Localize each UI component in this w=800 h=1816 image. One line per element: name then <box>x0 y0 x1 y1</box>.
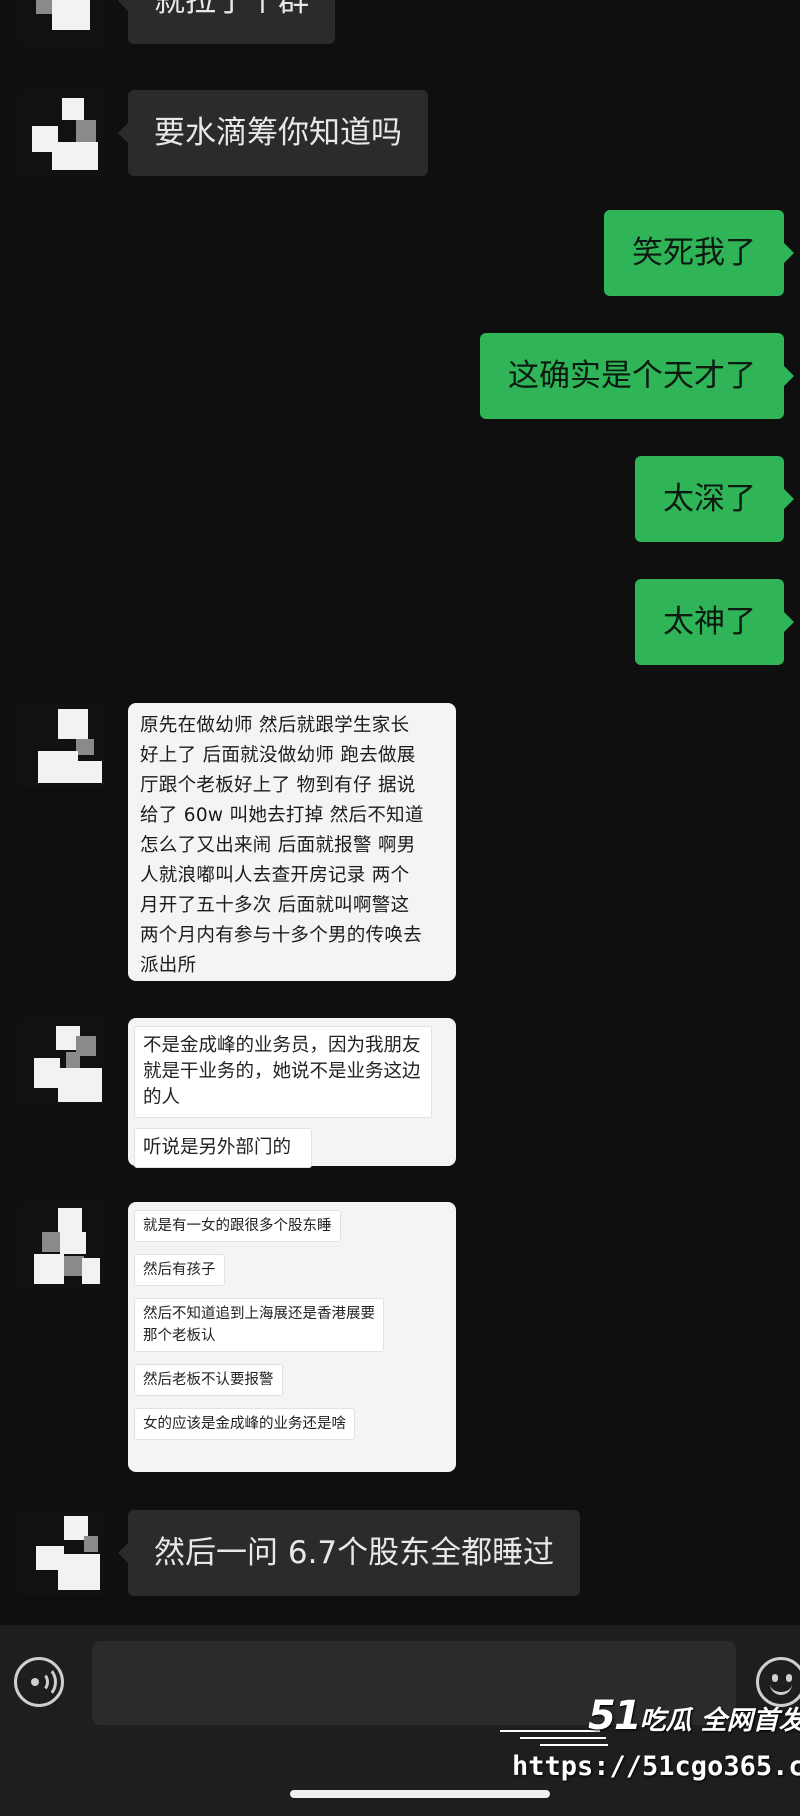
message-row: 就是有一女的跟很多个股东睡 然后有孩子 然后不知道追到上海展还是香港展要 那个老… <box>0 1202 800 1474</box>
message-bubble[interactable]: 太神了 <box>635 579 794 665</box>
message-row: 笑死我了 <box>0 210 800 300</box>
text-line: 怎么了又出来闹 后面就报警 啊男 <box>140 835 416 856</box>
text-line: 然后有孩子 <box>143 1262 216 1278</box>
message-bubble[interactable]: 就拉了个群 <box>118 0 335 44</box>
text-snippet: 然后不知道追到上海展还是香港展要 那个老板认 <box>134 1298 384 1352</box>
avatar[interactable] <box>18 1202 104 1288</box>
text-line: 那个老板认 <box>143 1328 216 1344</box>
message-bubble[interactable]: 笑死我了 <box>604 210 794 296</box>
text-line: 人就浪嘟叫人去查开房记录 两个 <box>140 865 410 886</box>
message-row: 这确实是个天才了 <box>0 333 800 423</box>
watermark-brand: 51吃瓜 全网首发 <box>588 1693 800 1739</box>
image-text-block: 原先在做幼师 然后就跟学生家长 好上了 后面就没做幼师 跑去做展 厅跟个老板好上… <box>128 703 456 991</box>
avatar[interactable] <box>18 703 104 789</box>
avatar[interactable] <box>18 0 104 46</box>
message-row: 就拉了个群 <box>0 0 800 50</box>
text-line: 两个月内有参与十多个男的传唤去 <box>140 925 423 946</box>
avatar[interactable] <box>18 90 104 176</box>
input-bar: 51吃瓜 全网首发 https://51cgo365.com <box>0 1625 800 1816</box>
watermark-url: https://51cgo365.com <box>512 1751 800 1782</box>
avatar[interactable] <box>18 1510 104 1596</box>
message-bubble[interactable]: 要水滴筹你知道吗 <box>118 90 428 176</box>
watermark-number: 51 <box>588 1693 642 1739</box>
message-row: 然后一问 6.7个股东全都睡过 <box>0 1510 800 1600</box>
avatar[interactable] <box>18 1018 104 1104</box>
image-message[interactable]: 原先在做幼师 然后就跟学生家长 好上了 后面就没做幼师 跑去做展 厅跟个老板好上… <box>128 703 456 981</box>
text-snippet: 听说是另外部门的 <box>134 1128 312 1168</box>
text-line: 就是有一女的跟很多个股东睡 <box>143 1218 332 1234</box>
message-row: 不是金成峰的业务员，因为我朋友 就是干业务的，她说不是业务这边 的人 听说是另外… <box>0 1018 800 1168</box>
text-line: 原先在做幼师 然后就跟学生家长 <box>140 715 410 736</box>
message-bubble[interactable]: 这确实是个天才了 <box>480 333 794 419</box>
text-line: 月开了五十多次 后面就叫啊警这 <box>140 895 410 916</box>
text-snippet: 就是有一女的跟很多个股东睡 <box>134 1210 341 1242</box>
text-line: 然后不知道追到上海展还是香港展要 <box>143 1306 375 1322</box>
text-line: 厅跟个老板好上了 物到有仔 据说 <box>140 775 416 796</box>
message-row: 原先在做幼师 然后就跟学生家长 好上了 后面就没做幼师 跑去做展 厅跟个老板好上… <box>0 703 800 983</box>
text-line: 给了 60w 叫她去打掉 然后不知道 <box>140 805 424 826</box>
watermark-text: 吃瓜 全网首发 <box>639 1706 800 1736</box>
text-snippet: 然后有孩子 <box>134 1254 225 1286</box>
home-indicator[interactable] <box>290 1790 550 1798</box>
text-snippet: 女的应该是金成峰的业务还是啥 <box>134 1408 355 1440</box>
message-row: 太深了 <box>0 456 800 546</box>
message-bubble[interactable]: 太深了 <box>635 456 794 542</box>
text-line: 听说是另外部门的 <box>143 1137 292 1158</box>
text-snippet: 然后老板不认要报警 <box>134 1364 283 1396</box>
message-row: 太神了 <box>0 579 800 669</box>
text-line: 然后老板不认要报警 <box>143 1372 274 1388</box>
message-bubble[interactable]: 然后一问 6.7个股东全都睡过 <box>117 1510 581 1596</box>
text-line: 不是金成峰的业务员，因为我朋友 <box>143 1035 421 1056</box>
text-line: 就是干业务的，她说不是业务这边 <box>143 1061 421 1082</box>
text-line: 派出所 <box>140 955 197 976</box>
chat-area[interactable]: 就拉了个群 要水滴筹你知道吗 笑死我了 这确实是个天才了 太深了 太神了 原先在… <box>0 0 800 1625</box>
text-line: 女的应该是金成峰的业务还是啥 <box>143 1416 346 1432</box>
voice-icon[interactable] <box>14 1657 64 1707</box>
text-line: 的人 <box>143 1087 181 1108</box>
image-message[interactable]: 就是有一女的跟很多个股东睡 然后有孩子 然后不知道追到上海展还是香港展要 那个老… <box>128 1202 456 1472</box>
voice-icon-arc <box>31 1666 57 1698</box>
image-message[interactable]: 不是金成峰的业务员，因为我朋友 就是干业务的，她说不是业务这边 的人 听说是另外… <box>128 1018 456 1168</box>
text-snippet: 不是金成峰的业务员，因为我朋友 就是干业务的，她说不是业务这边 的人 <box>134 1026 432 1118</box>
text-line: 好上了 后面就没做幼师 跑去做展 <box>140 745 416 766</box>
message-row: 要水滴筹你知道吗 <box>0 90 800 180</box>
